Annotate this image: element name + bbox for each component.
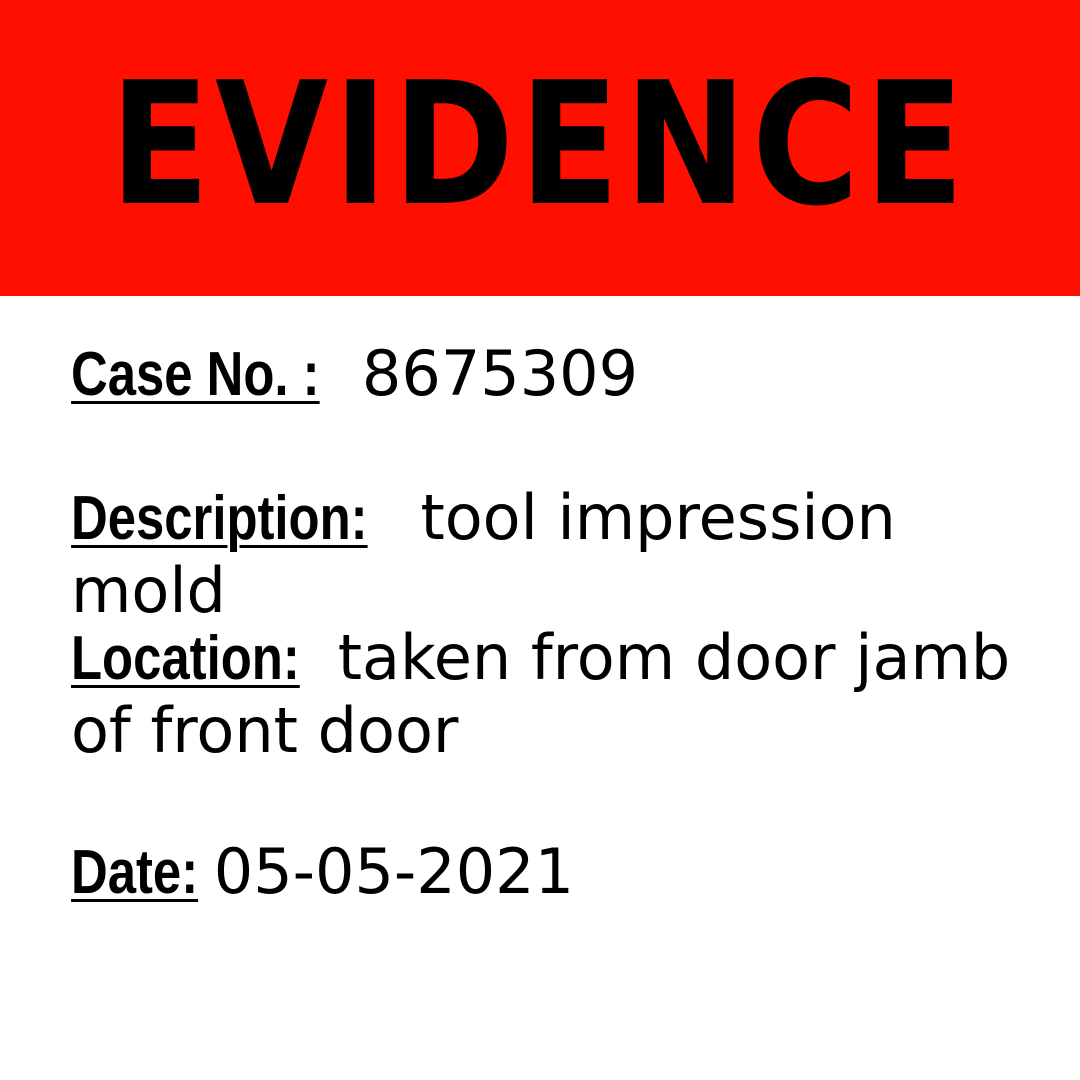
description-label: Description: — [71, 484, 368, 553]
case-number-value: 8675309 — [361, 337, 639, 410]
date-value: 05-05-2021 — [213, 835, 575, 908]
date-label: Date: — [71, 838, 199, 907]
evidence-label: EVIDENCE Case No. : 8675309 Description:… — [0, 0, 1080, 1080]
description-field: Description: tool impression mold — [71, 482, 1031, 627]
case-number-field: Case No. : 8675309 — [71, 338, 638, 411]
evidence-banner: EVIDENCE — [0, 0, 1080, 296]
location-label: Location: — [71, 624, 300, 693]
location-field: Location: taken from door jamb of front … — [71, 622, 1031, 767]
date-field: Date: 05-05-2021 — [71, 836, 574, 909]
banner-title: EVIDENCE — [110, 46, 970, 244]
case-number-label: Case No. : — [71, 340, 320, 409]
